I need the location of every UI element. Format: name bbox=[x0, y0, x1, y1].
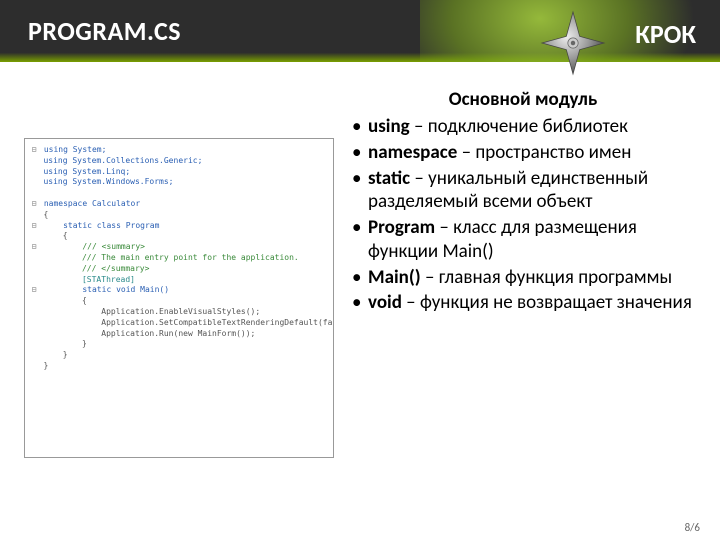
slide-content: ⊟ using System; using System.Collections… bbox=[0, 62, 720, 458]
text-column: Основной модуль using – подключение библ… bbox=[350, 82, 696, 458]
subtitle: Основной модуль bbox=[350, 88, 696, 111]
shuriken-icon bbox=[536, 6, 610, 80]
slide-title: PROGRAM.CS bbox=[28, 15, 181, 47]
slide-header: PROGRAM.CS КРОК bbox=[0, 0, 720, 62]
list-item: using – подключение библиотек bbox=[350, 115, 696, 139]
list-item: Program – класс для размещения функции M… bbox=[350, 216, 696, 264]
code-screenshot: ⊟ using System; using System.Collections… bbox=[24, 138, 334, 458]
list-item: Main() – главная функция программы bbox=[350, 266, 696, 290]
page-number: 8/6 bbox=[685, 521, 700, 534]
list-item: static – уникальный единственный разделя… bbox=[350, 167, 696, 215]
bullet-list: using – подключение библиотек namespace … bbox=[350, 115, 696, 315]
brand-name: КРОК bbox=[635, 18, 696, 50]
list-item: namespace – пространство имен bbox=[350, 141, 696, 165]
list-item: void – функция не возвращает значения bbox=[350, 291, 696, 315]
